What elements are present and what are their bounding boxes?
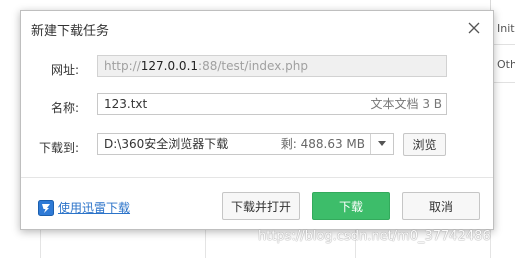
url-path: :88/test/index.php <box>198 59 308 73</box>
dialog-titlebar[interactable]: 新建下载任务 <box>21 11 493 45</box>
use-thunder-label: 使用迅雷下载 <box>58 201 131 215</box>
footer-divider <box>21 177 493 178</box>
background-column-divider <box>40 228 41 258</box>
background-row-divider <box>491 82 515 83</box>
watermark-text: https://blog.csdn.net/m0_37742486 <box>258 229 491 244</box>
background-cell: Oth <box>497 58 515 71</box>
close-icon <box>468 22 480 34</box>
background-column-divider <box>205 228 206 258</box>
cancel-button[interactable]: 取消 <box>402 192 480 220</box>
url-host: 127.0.0.1 <box>140 59 199 73</box>
background-cell: Initi <box>497 22 515 35</box>
url-label: 网址: <box>50 63 79 77</box>
file-type-info: 文本文档 3 B <box>370 97 443 111</box>
path-dropdown-button[interactable] <box>370 134 393 154</box>
thunder-icon <box>38 199 54 216</box>
browse-button[interactable]: 浏览 <box>403 133 446 156</box>
dialog-title: 新建下载任务 <box>31 24 110 39</box>
file-name-input[interactable]: 123.txt 文本文档 3 B <box>97 93 447 115</box>
name-label: 名称: <box>50 101 79 115</box>
free-space-info: 剩: 488.63 MB <box>280 137 365 151</box>
download-path-value: D:\360安全浏览器下载 <box>104 137 229 151</box>
url-scheme: http:// <box>104 59 141 73</box>
use-thunder-link[interactable]: 使用迅雷下载 <box>38 199 130 216</box>
new-download-dialog: 新建下载任务 网址: http://127.0.0.1:88/test/inde… <box>20 10 494 230</box>
chevron-down-icon <box>378 141 386 146</box>
download-to-label: 下载到: <box>38 141 79 155</box>
file-name-value: 123.txt <box>104 97 148 111</box>
url-field: http://127.0.0.1:88/test/index.php <box>97 55 447 77</box>
download-button[interactable]: 下载 <box>312 192 390 220</box>
download-path-select[interactable]: D:\360安全浏览器下载 剩: 488.63 MB <box>97 133 394 155</box>
close-button[interactable] <box>463 17 485 39</box>
download-and-open-button[interactable]: 下载并打开 <box>222 192 300 220</box>
background-row-divider <box>491 44 515 45</box>
